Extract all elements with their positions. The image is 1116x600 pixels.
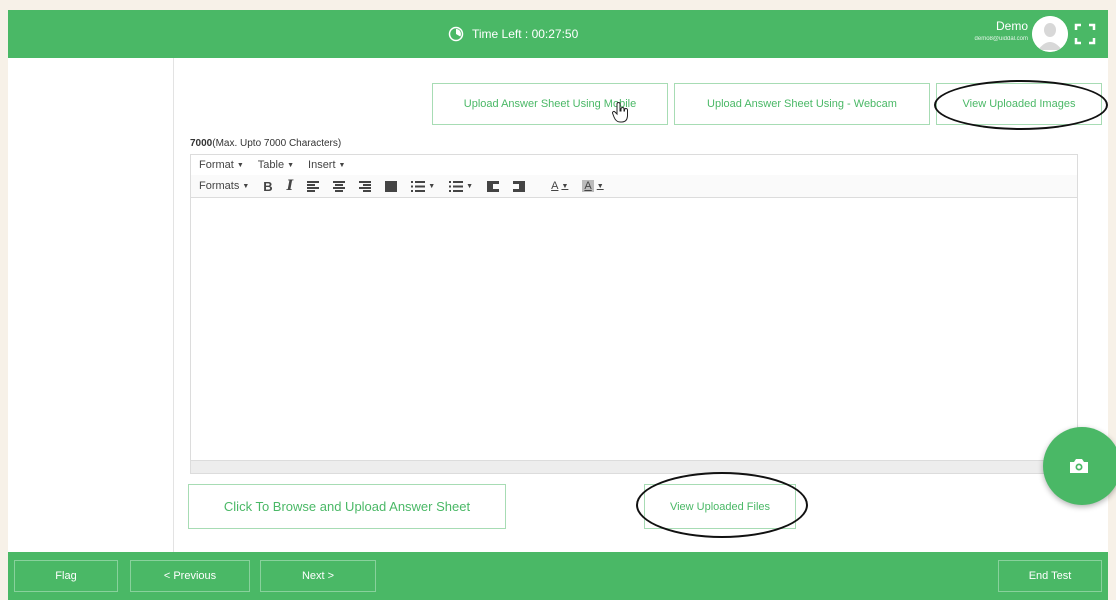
flag-button[interactable]: Flag (14, 560, 118, 592)
bullet-list-button[interactable]: ▼ (411, 180, 436, 192)
avatar[interactable] (1032, 16, 1068, 52)
editor-textarea[interactable] (191, 198, 1077, 473)
text-color-button[interactable]: A ▼ (551, 180, 568, 192)
align-center-button[interactable] (333, 180, 346, 192)
numbered-list-icon (449, 180, 464, 192)
outdent-icon (487, 180, 500, 192)
timer-label: Time Left : 00:27:50 (472, 27, 579, 41)
editor-toolbar: Formats ▼ B I ▼ ▼ A ▼ A ▼ (191, 175, 1077, 198)
view-uploaded-images-button[interactable]: View Uploaded Images (936, 83, 1102, 125)
indent-button[interactable] (513, 180, 526, 192)
numbered-list-button[interactable]: ▼ (449, 180, 474, 192)
menu-format[interactable]: Format ▼ (199, 159, 244, 171)
browse-upload-button[interactable]: Click To Browse and Upload Answer Sheet (188, 484, 506, 529)
editor-statusbar (190, 460, 1078, 474)
chevron-down-icon: ▼ (287, 161, 295, 169)
align-justify-button[interactable] (385, 180, 398, 192)
user-email: demo8@uiddal.com (974, 36, 1028, 42)
question-panel (8, 58, 174, 552)
clock-icon (448, 26, 464, 42)
menu-insert[interactable]: Insert ▼ (308, 159, 345, 171)
indent-icon (513, 180, 526, 192)
upload-mobile-button[interactable]: Upload Answer Sheet Using Mobile (432, 83, 668, 125)
italic-button[interactable]: I (287, 178, 294, 194)
char-limit: 7000(Max. Upto 7000 Characters) (190, 138, 341, 149)
answer-panel: Upload Answer Sheet Using Mobile Upload … (174, 58, 1108, 552)
chevron-down-icon: ▼ (428, 182, 436, 190)
bullet-list-icon (411, 180, 426, 192)
background-color-button[interactable]: A ▼ (582, 180, 604, 192)
user-info: Demo demo8@uiddal.com (975, 19, 1028, 42)
chevron-down-icon: ▼ (561, 182, 569, 190)
top-bar: Time Left : 00:27:50 Demo demo8@uiddal.c… (8, 10, 1108, 58)
chevron-down-icon: ▼ (596, 182, 604, 190)
user-icon (1032, 16, 1068, 52)
bottom-bar: Flag < Previous Next > End Test (8, 552, 1108, 600)
chevron-down-icon: ▼ (236, 161, 244, 169)
editor-menubar: Format ▼ Table ▼ Insert ▼ (191, 155, 1077, 175)
fullscreen-icon[interactable] (1074, 23, 1096, 45)
camera-button[interactable] (1043, 427, 1116, 505)
timer: Time Left : 00:27:50 (448, 23, 578, 45)
align-center-icon (333, 180, 346, 192)
align-left-button[interactable] (307, 180, 320, 192)
char-count: 7000 (190, 138, 213, 149)
outdent-button[interactable] (487, 180, 500, 192)
formats-dropdown[interactable]: Formats ▼ (199, 180, 249, 192)
view-uploaded-files-button[interactable]: View Uploaded Files (644, 484, 796, 529)
bold-button[interactable]: B (263, 179, 272, 194)
rich-text-editor: Format ▼ Table ▼ Insert ▼ Formats ▼ B I ▼ (190, 154, 1078, 474)
align-right-button[interactable] (359, 180, 372, 192)
upload-webcam-button[interactable]: Upload Answer Sheet Using - Webcam (674, 83, 930, 125)
chevron-down-icon: ▼ (466, 182, 474, 190)
next-button[interactable]: Next > (260, 560, 376, 592)
camera-icon (1070, 459, 1088, 473)
align-left-icon (307, 180, 320, 192)
end-test-button[interactable]: End Test (998, 560, 1102, 592)
char-limit-hint: (Max. Upto 7000 Characters) (212, 138, 342, 149)
chevron-down-icon: ▼ (242, 182, 250, 190)
align-justify-icon (385, 180, 398, 192)
menu-table[interactable]: Table ▼ (258, 159, 294, 171)
hand-cursor-icon (612, 102, 628, 123)
previous-button[interactable]: < Previous (130, 560, 250, 592)
chevron-down-icon: ▼ (338, 161, 346, 169)
align-right-icon (359, 180, 372, 192)
user-name: Demo (995, 19, 1028, 33)
